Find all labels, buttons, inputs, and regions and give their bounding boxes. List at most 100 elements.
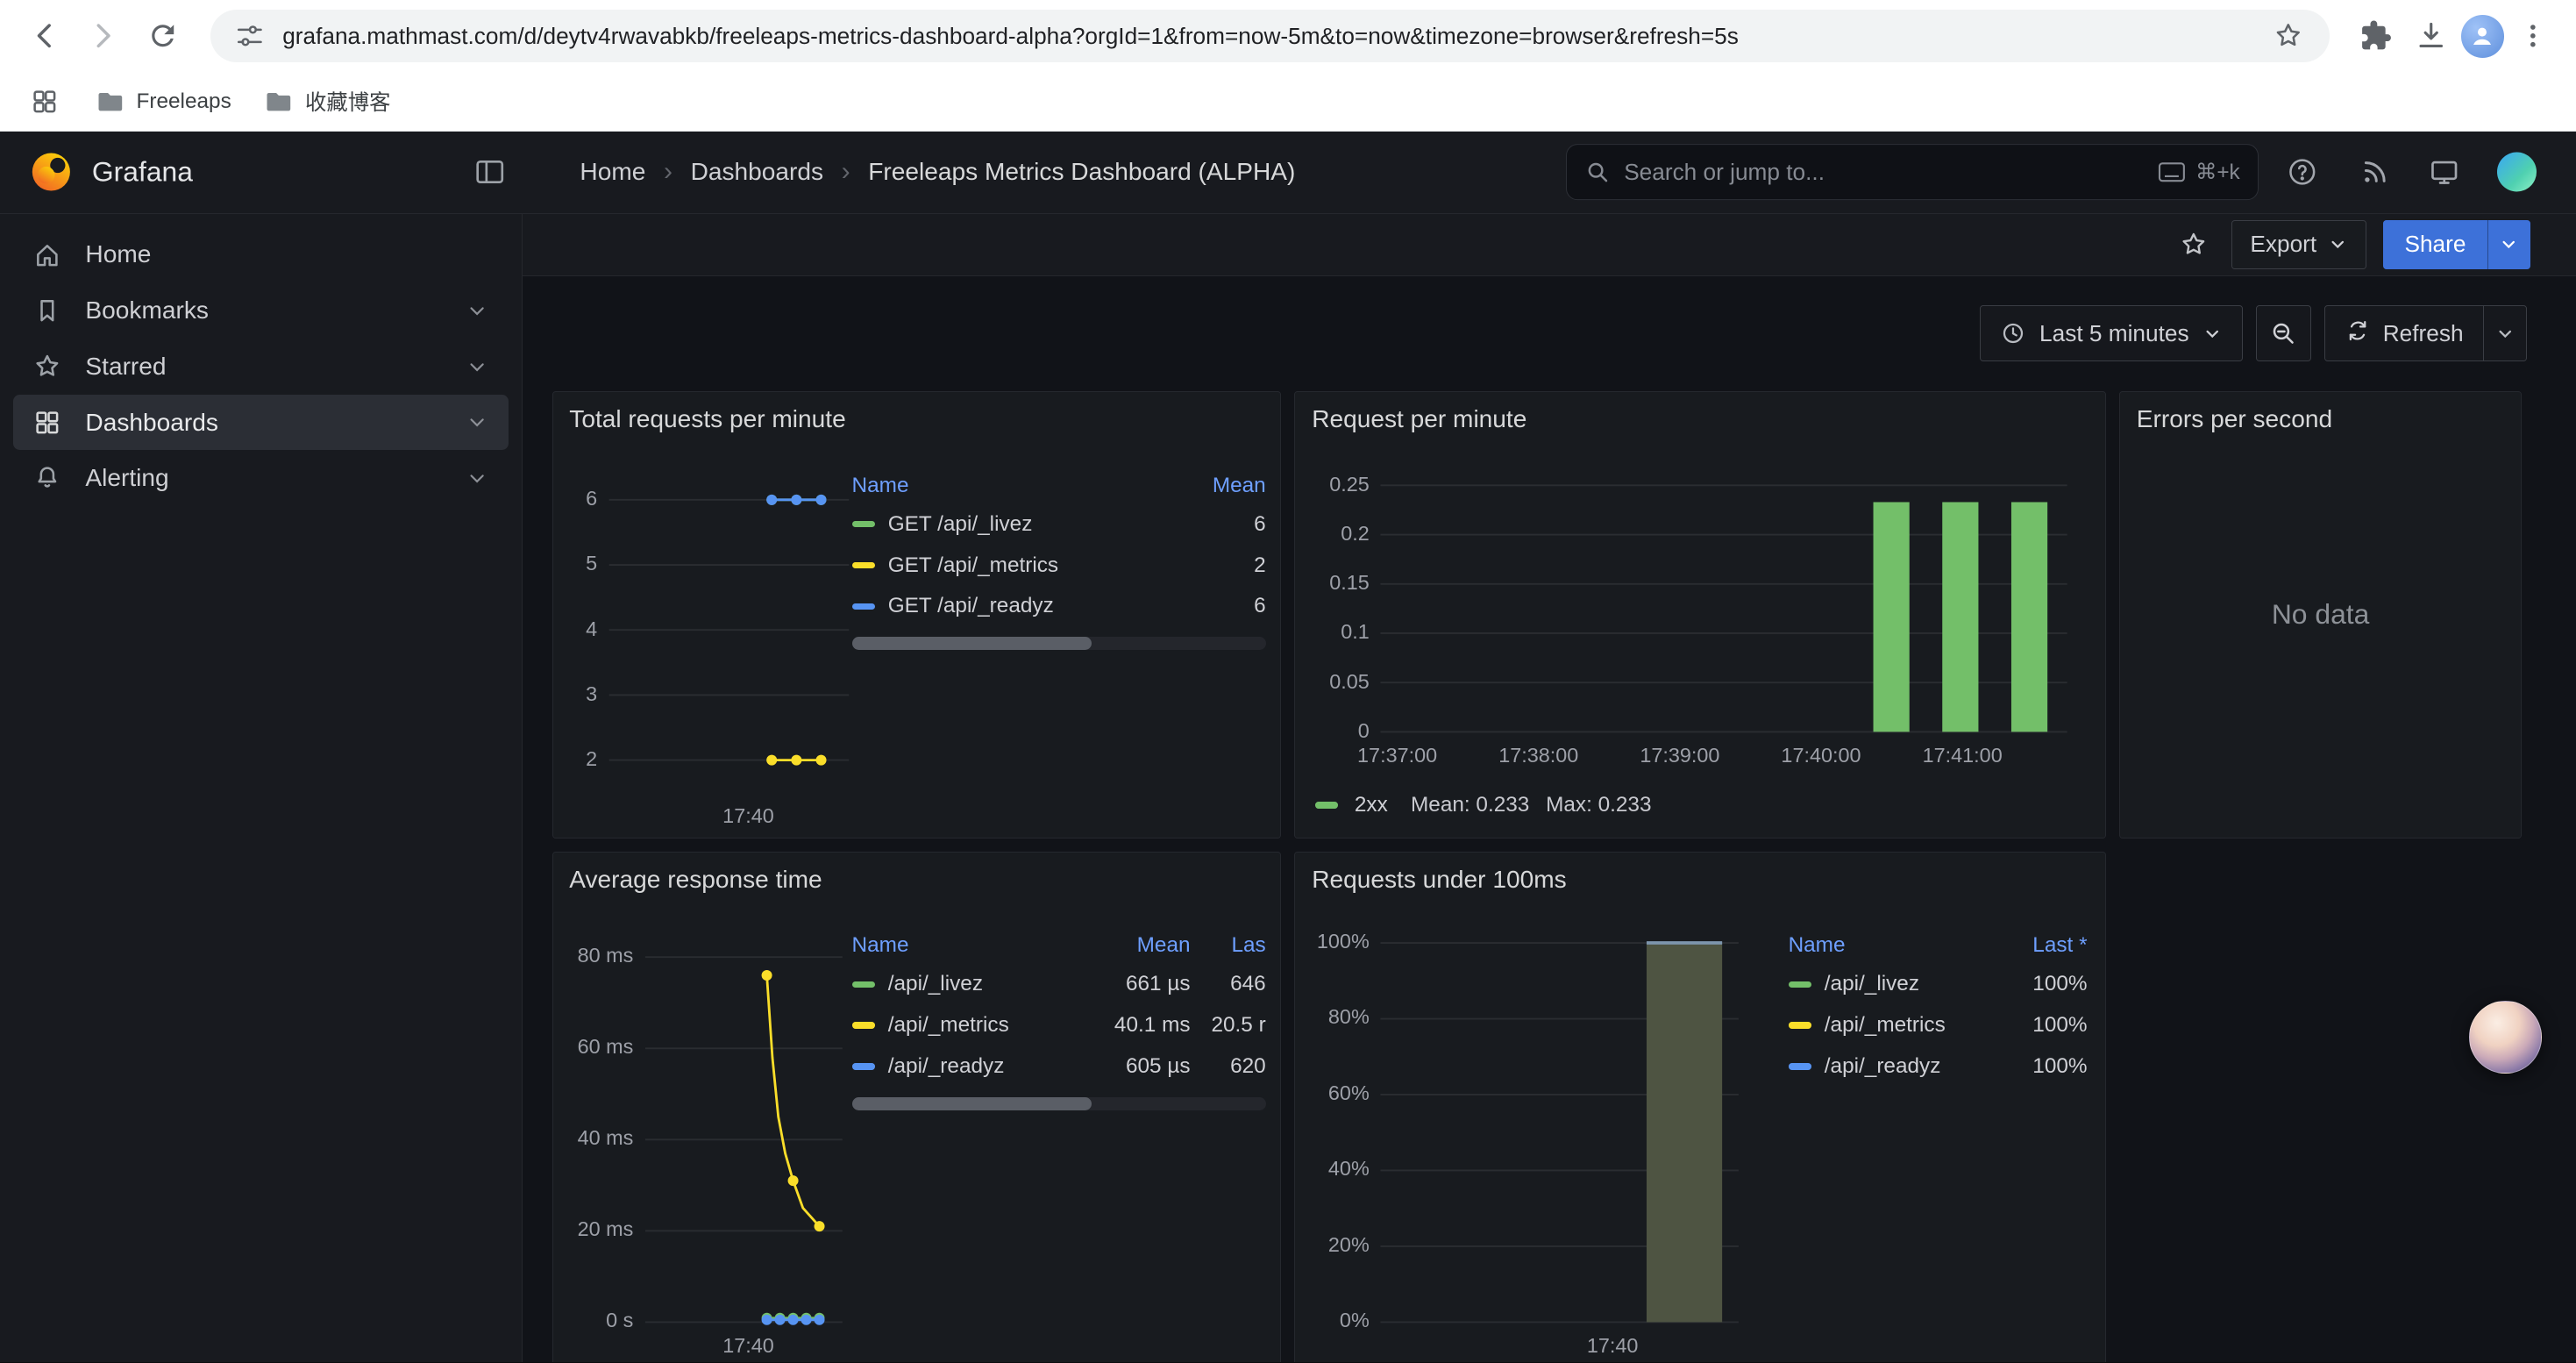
legend-scrollbar[interactable] (852, 637, 1266, 650)
extensions-icon[interactable] (2349, 10, 2402, 62)
profile-avatar[interactable] (2461, 15, 2504, 58)
dashboard-main: Export Share Last 5 minutes (523, 214, 2576, 1363)
bookmark-folder-freeleaps[interactable]: Freeleaps (96, 87, 231, 117)
refresh-button[interactable]: Refresh (2325, 306, 2483, 360)
grafana-brand[interactable]: Grafana (30, 151, 193, 194)
legend-scrollbar-thumb[interactable] (852, 1097, 1092, 1110)
series-name: /api/_metrics (888, 1013, 1009, 1038)
legend-col-last[interactable]: Las (1191, 933, 1266, 958)
assistant-avatar-button[interactable] (2469, 1001, 2541, 1073)
series-toggle[interactable]: GET /api/_livez (852, 512, 1168, 537)
person-icon (2469, 23, 2495, 49)
sidebar-item-starred[interactable]: Starred (13, 339, 509, 395)
url-input[interactable] (282, 23, 2254, 50)
panel-title[interactable]: Request per minute (1312, 405, 1526, 433)
refresh-interval-button[interactable] (2483, 306, 2526, 360)
panel-title[interactable]: Total requests per minute (569, 405, 845, 433)
dashboard-actions-row: Export Share (523, 214, 2576, 276)
breadcrumb-home[interactable]: Home (580, 158, 645, 186)
series-toggle[interactable]: /api/_livez (852, 972, 1085, 996)
series-toggle[interactable]: /api/_metrics (1789, 1013, 1989, 1038)
breadcrumb-separator: › (664, 157, 672, 187)
sidebar-toggle-icon[interactable] (473, 155, 506, 188)
series-last: 620 (1191, 1054, 1266, 1079)
search-box[interactable]: ⌘+k (1566, 144, 2259, 200)
share-menu-button[interactable] (2487, 220, 2530, 269)
series-toggle[interactable]: GET /api/_readyz (852, 594, 1168, 618)
grafana-header: Grafana Home › Dashboards › Freeleaps Me… (0, 132, 2576, 214)
series-toggle[interactable]: GET /api/_metrics (852, 553, 1168, 578)
legend-scrollbar-thumb[interactable] (852, 637, 1092, 650)
legend-col-name[interactable]: Name (1789, 933, 1989, 958)
series-name: /api/_livez (888, 972, 983, 996)
back-button[interactable] (17, 8, 73, 64)
browser-menu-icon[interactable] (2507, 10, 2559, 62)
no-data-text: No data (2120, 392, 2521, 838)
series-last: 100% (1989, 1013, 2087, 1038)
legend-row: /api/_livez 661 µs 646 (852, 964, 1266, 1005)
sidebar-item-alerting[interactable]: Alerting (13, 450, 509, 506)
chevron-down-icon[interactable] (466, 299, 488, 322)
legend-table: Name Mean GET /api/_livez 6 GET /api/_me… (852, 467, 1266, 650)
legend-table: Name Last * /api/_livez 100% /api/_metri… (1789, 928, 2088, 1088)
site-settings-icon[interactable] (233, 10, 266, 62)
breadcrumb-dashboards[interactable]: Dashboards (691, 158, 823, 186)
news-rss-icon[interactable] (2359, 156, 2391, 188)
legend-header: Name Mean Las (852, 928, 1266, 964)
legend-row: /api/_readyz 100% (1789, 1046, 2088, 1088)
brand-name: Grafana (92, 156, 193, 189)
timeseries-chart[interactable]: 6543217:40 (553, 438, 852, 852)
bar-chart[interactable]: 0.250.20.150.10.05017:37:0017:38:0017:39… (1295, 438, 2083, 796)
clock-icon (2000, 320, 2026, 346)
timeseries-chart[interactable]: 80 ms60 ms40 ms20 ms0 s17:40 (553, 898, 852, 1362)
series-toggle[interactable]: /api/_readyz (852, 1054, 1085, 1079)
time-range-picker[interactable]: Last 5 minutes (1980, 305, 2243, 361)
help-icon[interactable] (2287, 156, 2318, 188)
url-bar[interactable] (210, 10, 2330, 62)
sidebar-item-bookmarks[interactable]: Bookmarks (13, 282, 509, 339)
monitor-icon[interactable] (2428, 155, 2460, 188)
favorite-dashboard-button[interactable] (2172, 223, 2215, 266)
user-avatar[interactable] (2497, 153, 2537, 192)
series-max: Max: 0.233 (1546, 793, 1651, 817)
star-icon (2179, 230, 2209, 260)
area-chart[interactable]: 100%80%60%40%20%0%17:40 (1295, 898, 1780, 1362)
series-swatch (852, 562, 875, 568)
panel-title[interactable]: Requests under 100ms (1312, 866, 1566, 894)
legend-col-name[interactable]: Name (852, 933, 1085, 958)
series-name: /api/_readyz (1825, 1054, 1941, 1079)
panel-total-requests: Total requests per minute 6543217:40 Nam… (552, 391, 1282, 838)
sidebar-item-dashboards[interactable]: Dashboards (13, 395, 509, 451)
bookmark-label: Freeleaps (136, 89, 231, 114)
keyboard-icon (2158, 161, 2186, 183)
series-swatch (1789, 1063, 1811, 1069)
panel-title[interactable]: Average response time (569, 866, 822, 894)
forward-button[interactable] (75, 8, 132, 64)
series-toggle[interactable]: /api/_livez (1789, 972, 1989, 996)
legend-col-mean[interactable]: Mean (1167, 474, 1265, 498)
grafana-logo-icon (30, 151, 73, 194)
apps-grid-icon[interactable] (26, 75, 62, 128)
series-name[interactable]: 2xx (1355, 793, 1388, 817)
chevron-down-icon[interactable] (466, 410, 488, 433)
chevron-down-icon[interactable] (466, 355, 488, 378)
share-button[interactable]: Share (2383, 220, 2487, 269)
sidebar-item-home[interactable]: Home (13, 227, 509, 283)
export-button[interactable]: Export (2231, 220, 2367, 269)
series-last: 20.5 r (1191, 1013, 1266, 1038)
series-last: 100% (1989, 1054, 2087, 1079)
series-last: 100% (1989, 972, 2087, 996)
chevron-down-icon[interactable] (466, 467, 488, 489)
series-toggle[interactable]: /api/_metrics (852, 1013, 1085, 1038)
bookmark-folder-blogs[interactable]: 收藏博客 (264, 86, 390, 117)
legend-col-mean[interactable]: Mean (1085, 933, 1191, 958)
legend-col-last[interactable]: Last * (1989, 933, 2087, 958)
series-toggle[interactable]: /api/_readyz (1789, 1054, 1989, 1079)
legend-scrollbar[interactable] (852, 1097, 1266, 1110)
zoom-out-time-button[interactable] (2256, 305, 2312, 361)
search-input[interactable] (1624, 159, 2145, 186)
legend-col-name[interactable]: Name (852, 474, 1168, 498)
bookmark-star-icon[interactable] (2271, 10, 2307, 62)
reload-button[interactable] (135, 8, 191, 64)
downloads-icon[interactable] (2405, 10, 2458, 62)
